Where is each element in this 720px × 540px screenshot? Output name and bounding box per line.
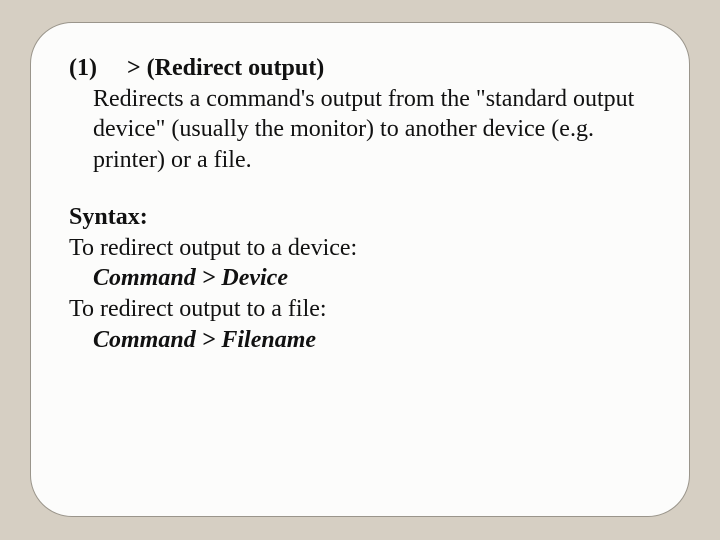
item-title: > (Redirect output) <box>127 55 324 81</box>
syntax-file-text: To redirect output to a file: <box>69 294 651 325</box>
slide-card: (1) > (Redirect output) Redirects a comm… <box>30 22 690 517</box>
syntax-file-command: Command > Filename <box>93 325 651 356</box>
item-description: Redirects a command's output from the "s… <box>93 84 651 176</box>
slide-content: (1) > (Redirect output) Redirects a comm… <box>69 53 651 355</box>
heading-row: (1) > (Redirect output) <box>69 53 651 84</box>
item-index: (1) <box>69 55 97 81</box>
syntax-device-text: To redirect output to a device: <box>69 233 651 264</box>
syntax-device-command: Command > Device <box>93 263 651 294</box>
heading-gap <box>97 55 127 81</box>
syntax-label: Syntax: <box>69 202 651 233</box>
section-spacer <box>69 176 651 202</box>
